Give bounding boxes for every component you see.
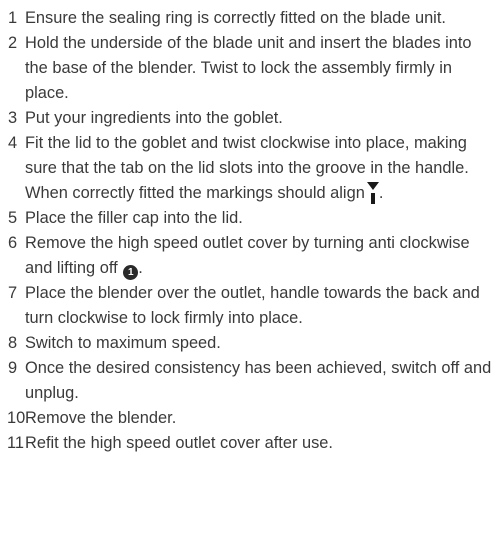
step-9: 9 Once the desired consistency has been … <box>8 356 492 406</box>
step-text: Once the desired consistency has been ac… <box>25 359 492 402</box>
step-text: Remove the blender. <box>25 409 177 427</box>
step-7: 7 Place the blender over the outlet, han… <box>8 281 492 331</box>
step-3: 3 Put your ingredients into the goblet. <box>8 106 492 131</box>
alignment-marker-icon <box>366 182 379 204</box>
step-number: 2 <box>8 34 18 52</box>
step-5: 5 Place the filler cap into the lid. <box>8 206 492 231</box>
step-6: 6 Remove the high speed outlet cover by … <box>8 231 492 281</box>
step-text: Switch to maximum speed. <box>25 334 221 352</box>
step-number: 3 <box>8 109 18 127</box>
step-4: 4 Fit the lid to the goblet and twist cl… <box>8 131 492 206</box>
step-number: 9 <box>8 359 18 377</box>
step-text: Place the filler cap into the lid. <box>25 209 243 227</box>
step-2: 2 Hold the underside of the blade unit a… <box>8 31 492 106</box>
step-text: Hold the underside of the blade unit and… <box>25 34 472 102</box>
step-text: Remove the high speed outlet cover by tu… <box>25 234 470 277</box>
step-number: 10 <box>7 409 26 427</box>
step-number: 11 <box>7 434 25 452</box>
step-number: 5 <box>8 209 18 227</box>
step-text-end: . <box>138 259 143 277</box>
step-text: Ensure the sealing ring is correctly fit… <box>25 9 446 27</box>
step-text: Refit the high speed outlet cover after … <box>25 434 333 452</box>
instruction-list: 1 Ensure the sealing ring is correctly f… <box>7 6 492 456</box>
step-number: 1 <box>8 9 18 27</box>
step-text: Fit the lid to the goblet and twist cloc… <box>25 134 469 202</box>
step-text: Place the blender over the outlet, handl… <box>25 284 480 327</box>
step-8: 8 Switch to maximum speed. <box>8 331 492 356</box>
step-10: 10 Remove the blender. <box>7 406 492 431</box>
step-number: 8 <box>8 334 18 352</box>
step-text: Put your ingredients into the goblet. <box>25 109 283 127</box>
step-number: 4 <box>8 134 18 152</box>
step-11: 11 Refit the high speed outlet cover aft… <box>7 431 492 456</box>
step-text-end: . <box>378 184 384 202</box>
step-number: 7 <box>8 284 18 302</box>
step-number: 6 <box>8 234 18 252</box>
step-1: 1 Ensure the sealing ring is correctly f… <box>8 6 492 31</box>
circled-number-icon: 1 <box>123 265 139 280</box>
